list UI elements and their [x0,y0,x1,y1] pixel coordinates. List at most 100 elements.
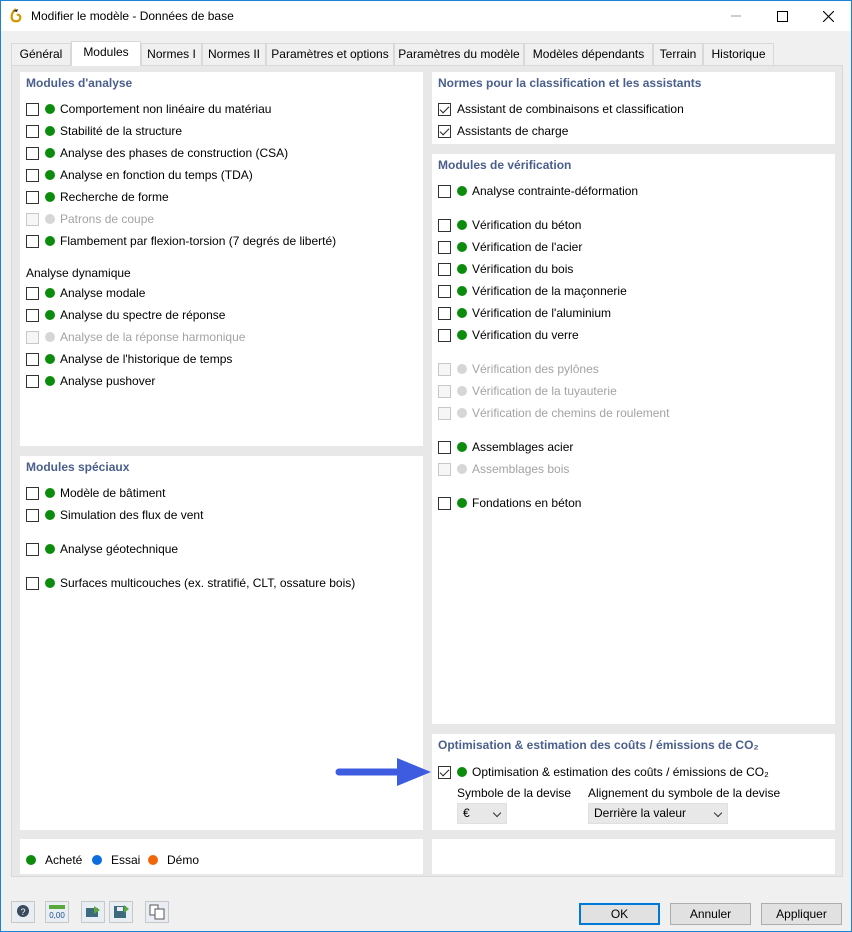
list-item[interactable]: Vérification de l'acier [438,239,582,255]
list-item[interactable]: Vérification du bois [438,261,573,277]
checkbox[interactable] [438,284,451,298]
list-item[interactable]: Analyse modale [26,285,145,301]
checkbox[interactable] [438,765,451,779]
tab-normes-2[interactable]: Normes II [202,43,266,65]
list-item[interactable]: Surfaces multicouches (ex. stratifié, CL… [26,575,355,591]
checkbox[interactable] [438,496,451,510]
cancel-button[interactable]: Annuler [670,903,751,925]
list-item[interactable]: Flambement par flexion-torsion (7 degrés… [26,233,336,249]
app-icon [10,8,22,23]
checkbox [438,362,451,376]
list-item[interactable]: Comportement non linéaire du matériau [26,101,271,117]
checkbox[interactable] [26,124,39,138]
dynamic-analysis-heading: Analyse dynamique [26,266,131,280]
checkbox[interactable] [438,218,451,232]
tab-parametres-modele[interactable]: Paramètres du modèle [394,43,524,65]
status-dot-icon [457,442,467,452]
status-dot-icon [457,498,467,508]
analysis-modules-panel: Modules d'analyse Comportement non linéa… [20,72,423,446]
ok-button[interactable]: OK [579,903,660,925]
list-item[interactable]: Stabilité de la structure [26,123,182,139]
checkbox[interactable] [26,168,39,182]
list-item[interactable]: Analyse contrainte-déformation [438,183,638,199]
checkbox[interactable] [26,234,39,248]
list-item[interactable]: Vérification de l'aluminium [438,305,611,321]
list-item[interactable]: Analyse en fonction du temps (TDA) [26,167,253,183]
checkbox[interactable] [26,286,39,300]
apply-button[interactable]: Appliquer [761,903,842,925]
units-button[interactable]: 0,00 [45,901,69,923]
minimize-button[interactable] [713,1,759,31]
checkbox[interactable] [438,184,451,198]
status-dot-icon [457,220,467,230]
load-defaults-button[interactable] [81,901,105,923]
chevron-down-icon [713,808,723,818]
list-item[interactable]: Vérification du béton [438,217,581,233]
checkbox[interactable] [26,190,39,204]
optimization-item[interactable]: Optimisation & estimation des coûts / ém… [438,764,769,780]
tab-modeles-dependants[interactable]: Modèles dépendants [524,43,653,65]
checkbox[interactable] [26,542,39,556]
status-dot-icon [45,488,55,498]
currency-alignment-select[interactable]: Derrière la valeur [588,803,728,824]
checkbox[interactable] [26,146,39,160]
checkbox[interactable] [26,102,39,116]
list-item: Assemblages bois [438,461,569,477]
list-item[interactable]: Modèle de bâtiment [26,485,165,501]
maximize-button[interactable] [759,1,805,31]
panel-title: Optimisation & estimation des coûts / ém… [438,738,759,752]
status-dot-icon [457,767,467,777]
list-item[interactable]: Recherche de forme [26,189,169,205]
help-button[interactable]: ? [11,901,35,923]
list-item[interactable]: Analyse des phases de construction (CSA) [26,145,288,161]
checkbox[interactable] [26,374,39,388]
status-dot-icon [457,330,467,340]
tab-modules[interactable]: Modules [71,41,141,66]
checkbox[interactable] [26,486,39,500]
list-item: Vérification de chemins de roulement [438,405,669,421]
status-dot-icon [45,214,55,224]
list-item[interactable]: Analyse géotechnique [26,541,178,557]
status-dot-icon [45,376,55,386]
legend-item-trial: Essai [92,852,140,868]
design-modules-panel: Modules de vérification Analyse contrain… [432,154,835,724]
tab-parametres-options[interactable]: Paramètres et options [266,43,394,65]
checkbox[interactable] [438,124,451,138]
close-button[interactable] [805,1,851,31]
chevron-down-icon [492,808,502,818]
list-item[interactable]: Analyse pushover [26,373,155,389]
tab-historique[interactable]: Historique [703,43,774,65]
checkbox[interactable] [438,440,451,454]
list-item[interactable]: Analyse du spectre de réponse [26,307,225,323]
list-item[interactable]: Fondations en béton [438,495,581,511]
checkbox[interactable] [26,508,39,522]
list-item[interactable]: Assistants de charge [438,123,568,139]
checkbox[interactable] [438,102,451,116]
save-defaults-button[interactable] [109,901,133,923]
tab-terrain[interactable]: Terrain [653,43,703,65]
list-item[interactable]: Simulation des flux de vent [26,507,203,523]
list-item[interactable]: Assemblages acier [438,439,573,455]
tab-general[interactable]: Général [11,43,71,65]
checkbox[interactable] [26,308,39,322]
checkbox [26,212,39,226]
checkbox[interactable] [438,328,451,342]
list-item[interactable]: Vérification de la maçonnerie [438,283,627,299]
checkbox[interactable] [438,262,451,276]
checkbox[interactable] [26,352,39,366]
checkbox[interactable] [438,306,451,320]
status-dot-icon [457,464,467,474]
currency-select[interactable]: € [457,803,507,824]
status-dot-icon [457,264,467,274]
list-item[interactable]: Analyse de l'historique de temps [26,351,232,367]
status-dot-icon [457,364,467,374]
checkbox[interactable] [26,576,39,590]
tab-normes-1[interactable]: Normes I [141,43,202,65]
checkbox[interactable] [438,240,451,254]
trial-dot-icon [92,855,102,865]
copy-button[interactable] [145,901,169,923]
checkbox [438,384,451,398]
list-item[interactable]: Vérification du verre [438,327,579,343]
panel-title: Modules de vérification [438,158,572,172]
list-item[interactable]: Assistant de combinaisons et classificat… [438,101,684,117]
